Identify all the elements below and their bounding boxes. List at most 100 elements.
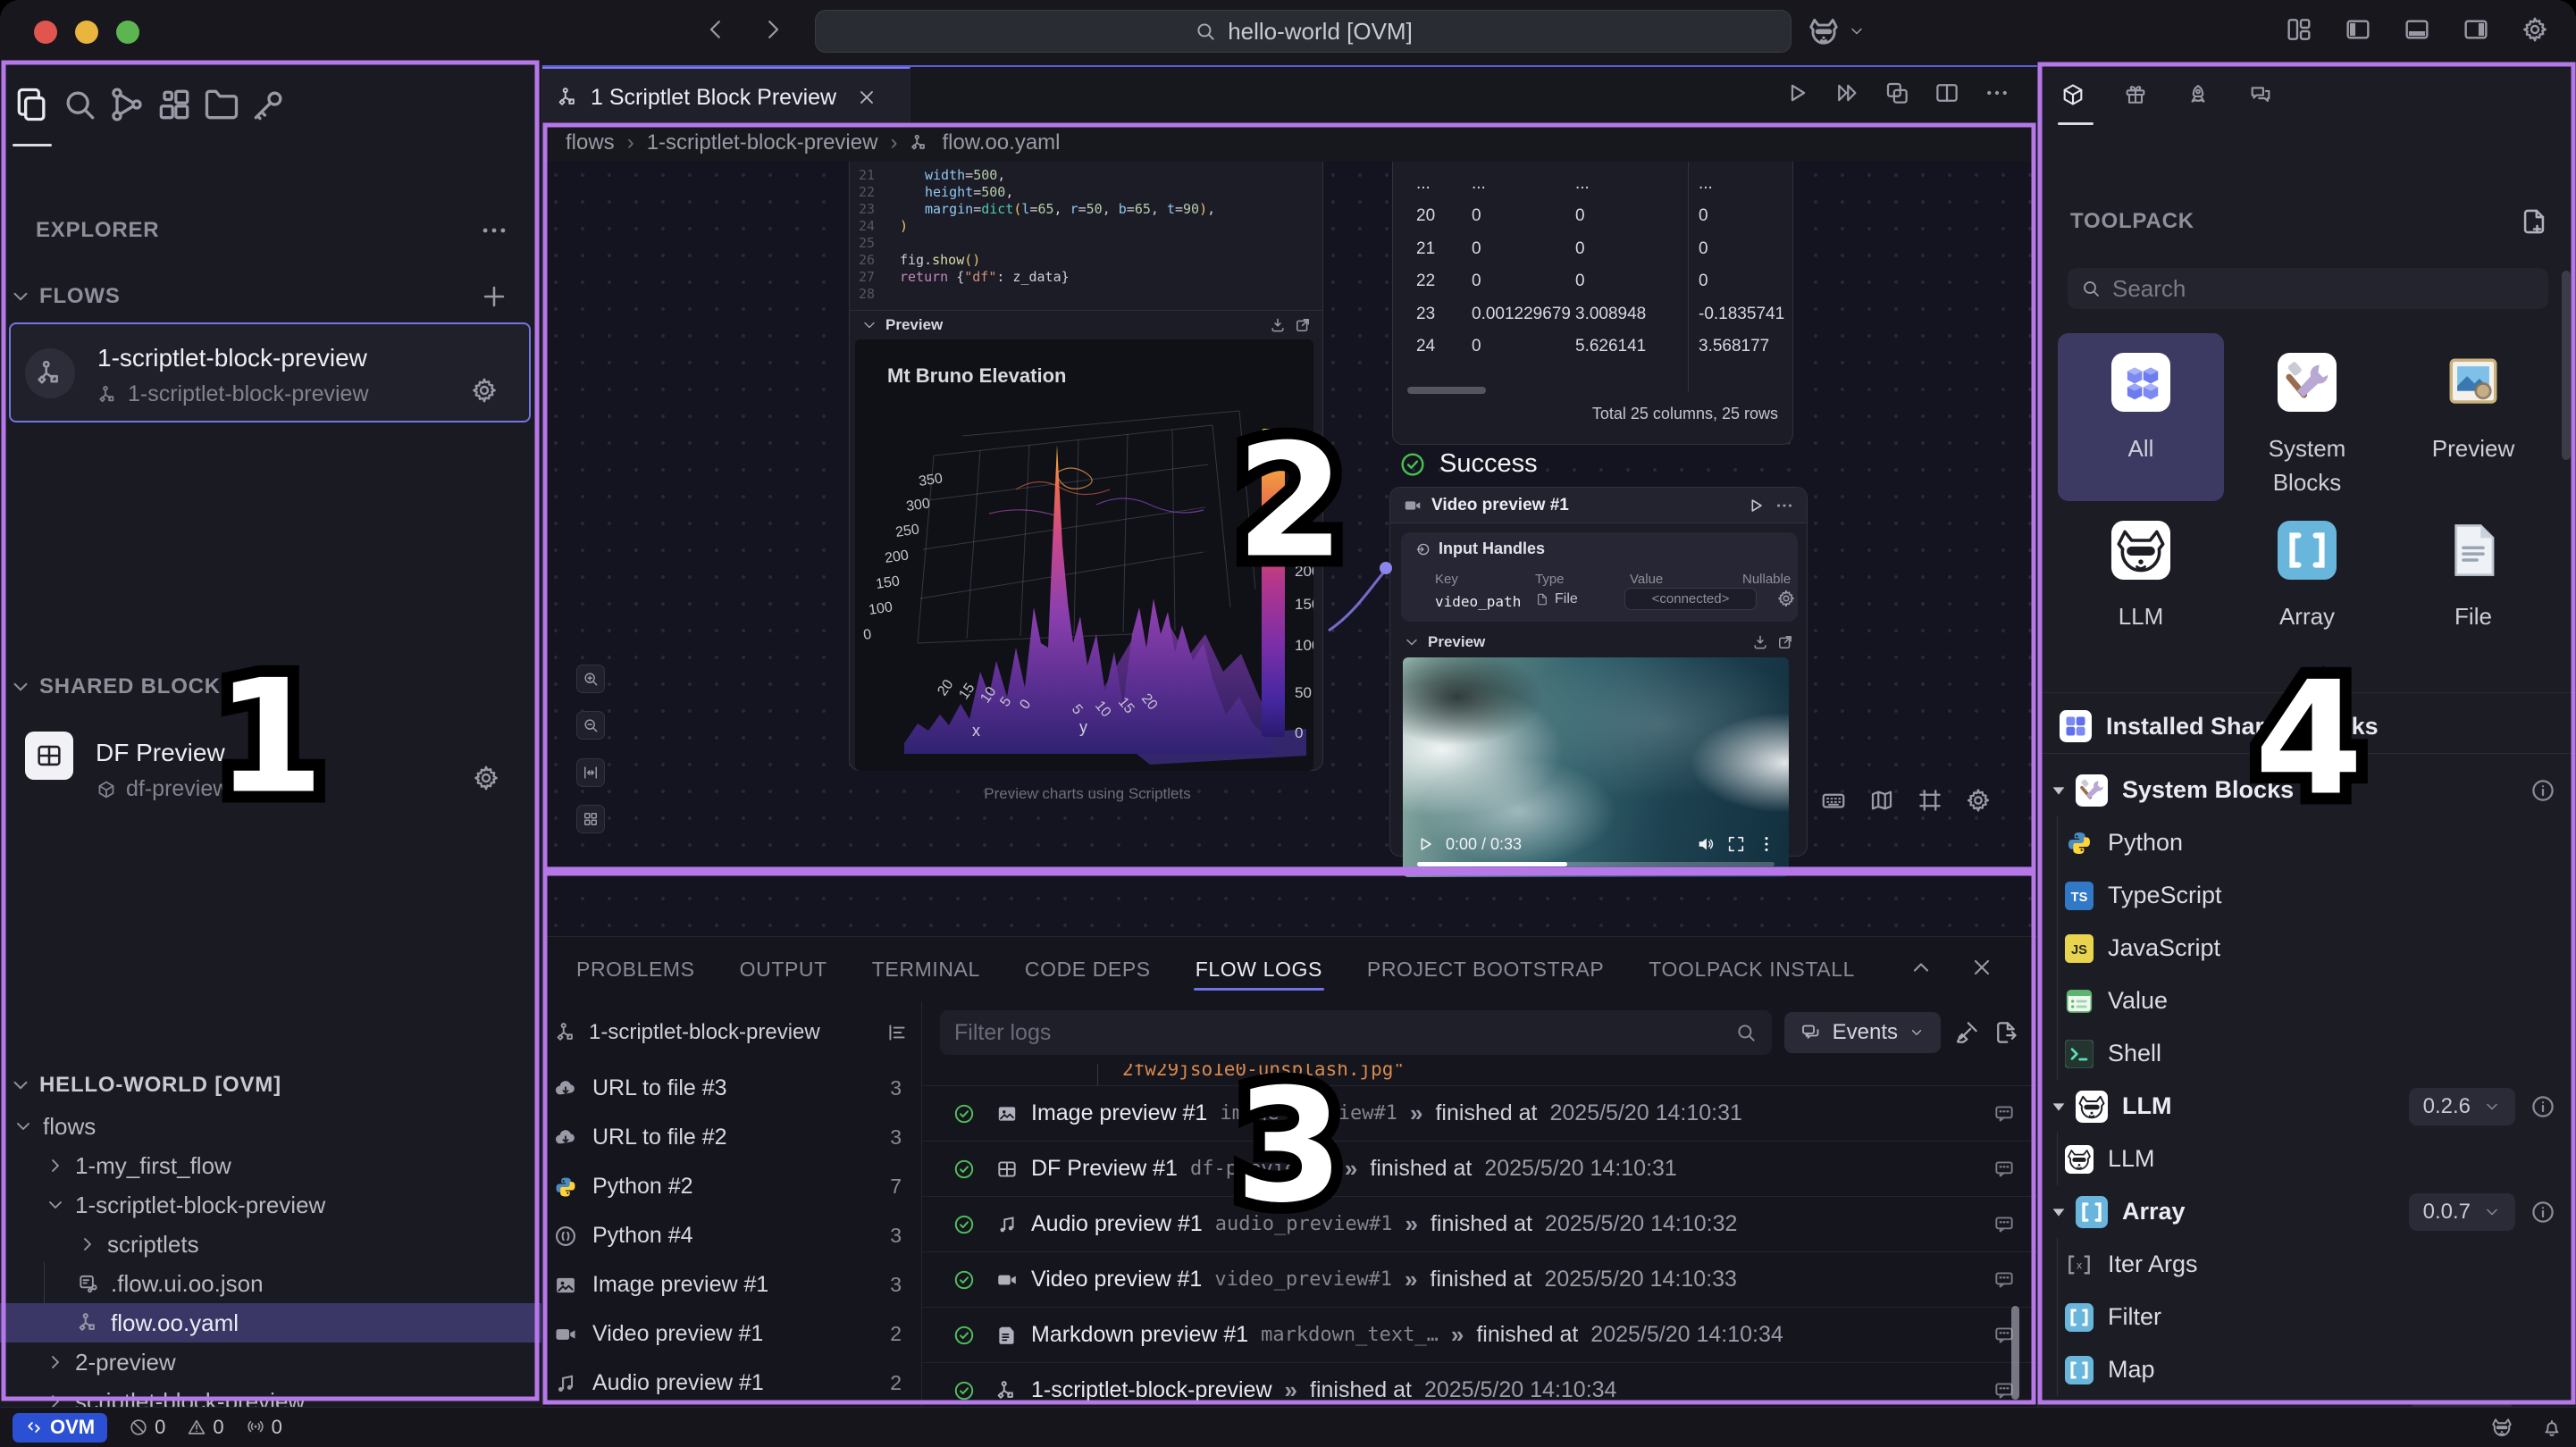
zoom-in-button[interactable] [576,665,605,693]
toolpack-tile[interactable]: LLM [2058,501,2224,669]
fit-view-button[interactable] [576,758,605,787]
toolpack-tile[interactable]: Preview [2390,333,2556,501]
panel-tab[interactable]: OUTPUT [738,941,829,998]
handle-settings-icon[interactable] [1776,589,1796,608]
code-editor[interactable]: 21 width=500, 22 height=500, 23 ma [850,162,1322,312]
split-editor-button[interactable] [1934,79,1960,106]
log-group-row[interactable]: URL to file #3 3 [542,1064,921,1113]
canvas-settings-button[interactable] [1965,787,1992,814]
installed-tree-row[interactable]: Array 0.0.7 [2038,1185,2576,1238]
editor-tab[interactable]: 1 Scriptlet Block Preview [542,67,910,126]
panel-tab[interactable]: CODE DEPS [1023,941,1153,998]
events-dropdown[interactable]: Events [1784,1012,1941,1053]
shared-item-settings-icon[interactable] [472,764,500,792]
installed-tree-row[interactable]: Preview 0.0.2 [2038,1396,2576,1407]
files-tab-icon[interactable] [13,85,52,124]
installed-tree-row[interactable]: LLM [2038,1133,2576,1185]
notifications-bell-icon[interactable] [2540,1416,2563,1439]
sidebar-scrollbar[interactable] [2562,271,2571,460]
remote-indicator[interactable]: OVM [13,1413,107,1443]
settings-gear-button[interactable] [2521,15,2549,44]
comment-icon[interactable] [1993,1268,2016,1292]
log-group-row[interactable]: URL to file #2 3 [542,1113,921,1162]
clear-logs-button[interactable] [1953,1019,1980,1046]
info-icon[interactable] [2530,1093,2556,1120]
info-icon[interactable] [2530,1199,2556,1225]
frame-view-button[interactable] [1917,787,1943,814]
log-entry-row[interactable]: Audio preview #1 audio_preview#1 » finis… [922,1197,2037,1252]
shared-block-item[interactable]: DF Preview df-preview [9,719,531,819]
search-tab-icon[interactable] [60,85,99,124]
toggle-right-panel-button[interactable] [2462,15,2490,44]
fullscreen-button[interactable] [1726,834,1746,854]
log-group-row[interactable]: Python #2 7 [542,1162,921,1211]
video-player[interactable]: 0:00 / 0:33 [1403,657,1789,877]
installed-tree-row[interactable]: TS TypeScript [2038,869,2576,922]
volume-button[interactable] [1696,834,1716,854]
video-preview-header[interactable]: Preview [1403,633,1794,651]
info-icon[interactable] [2530,777,2556,804]
log-group-row[interactable]: Video preview #1 2 [542,1309,921,1359]
installed-tree-row[interactable]: Value [2038,974,2576,1027]
chat-tab-icon[interactable] [2242,76,2279,113]
more-actions-icon[interactable] [479,215,509,246]
flow-log-source[interactable]: 1-scriptlet-block-preview [589,1020,820,1045]
log-entry-row[interactable]: DF Preview #1 df-preview#1 » finished at… [922,1142,2037,1197]
run-flow-button[interactable] [1783,79,1810,106]
log-entry-row[interactable]: Video preview #1 video_preview#1 » finis… [922,1252,2037,1308]
ports-indicator[interactable]: 0 [246,1416,282,1439]
panel-tab[interactable]: FLOW LOGS [1194,941,1324,998]
close-window-button[interactable] [34,21,57,44]
errors-indicator[interactable]: 0 [129,1416,165,1439]
installed-tree-row[interactable]: x Iter Args [2038,1238,2576,1291]
toolpack-search-input[interactable]: Search [2068,268,2548,309]
installed-tree-row[interactable]: Map [2038,1343,2576,1396]
flow-list-item[interactable]: 1-scriptlet-block-preview 1-scriptlet-bl… [9,322,531,422]
open-preview-button[interactable] [1884,79,1910,106]
export-logs-button[interactable] [1993,1019,2019,1046]
breadcrumb-item[interactable]: flows [566,130,615,155]
close-tab-icon[interactable] [856,87,877,108]
add-flow-button[interactable] [479,281,509,312]
log-group-row[interactable]: Audio preview #1 2 [542,1359,921,1407]
new-toolpack-button[interactable] [2519,206,2549,237]
blocks-tab-icon[interactable] [155,85,194,124]
log-group-row[interactable]: Python #4 3 [542,1211,921,1260]
layout-grid-button[interactable] [2285,15,2313,44]
log-entry-row[interactable]: Image preview #1 image_preview#1 » finis… [922,1086,2037,1142]
workspace-search-bar[interactable]: hello-world [OVM] [815,10,1791,53]
comment-icon[interactable] [1993,1158,2016,1181]
comment-icon[interactable] [1993,1213,2016,1236]
toggle-bottom-panel-button[interactable] [2403,15,2431,44]
caret-icon[interactable] [2049,1202,2068,1222]
shared-blocks-header[interactable]: SHARED BLOCKS [0,674,541,699]
tree-row[interactable]: 2-preview [0,1342,541,1382]
panel-tab[interactable]: PROBLEMS [575,941,697,998]
breadcrumb[interactable]: flows › 1-scriptlet-block-preview › flow… [542,124,2037,162]
secrets-tab-icon[interactable] [249,85,289,124]
open-external-icon[interactable] [1294,316,1312,334]
run-node-button[interactable] [1746,496,1766,515]
preview-section-header[interactable]: Preview [860,316,1312,334]
tree-row[interactable]: 1-my_first_flow [0,1146,541,1185]
keyboard-shortcuts-button[interactable] [1820,787,1847,814]
caret-icon[interactable] [2049,1097,2068,1117]
video-preview-node[interactable]: Video preview #1 Input Handles Key Type … [1389,487,1808,857]
tree-row[interactable]: .flow.ui.oo.json [0,1264,541,1303]
installed-tree-row[interactable]: System Blocks [2038,764,2576,816]
toolpack-tile[interactable]: Array [2224,501,2390,669]
open-external-icon[interactable] [1776,633,1794,651]
installed-tree-row[interactable]: Python [2038,816,2576,869]
download-icon[interactable] [1269,316,1287,334]
log-group-row[interactable]: Image preview #1 3 [542,1260,921,1309]
flow-canvas[interactable]: 21 width=500, 22 height=500, 23 ma [542,162,2037,936]
back-button[interactable] [702,16,729,43]
vertical-scrollbar[interactable] [2011,1306,2019,1400]
node-menu-button[interactable] [1775,496,1794,515]
comment-icon[interactable] [1993,1102,2016,1125]
close-panel-icon[interactable] [1969,955,1994,980]
tree-row[interactable]: flow.oo.yaml [0,1303,541,1342]
zoom-window-button[interactable] [116,21,139,44]
horizontal-scrollbar[interactable] [1407,387,1486,394]
mascot-status-icon[interactable] [2490,1416,2513,1439]
